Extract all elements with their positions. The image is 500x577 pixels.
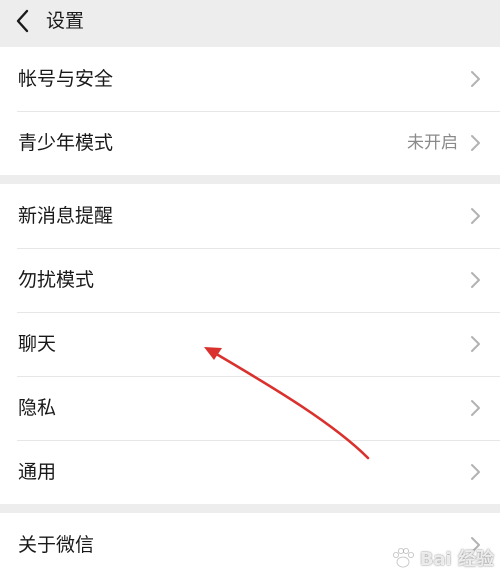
settings-item-value: 未开启 bbox=[407, 133, 458, 153]
settings-group-account: 帐号与安全 青少年模式 未开启 bbox=[0, 47, 500, 175]
paw-icon bbox=[392, 548, 414, 568]
chevron-right-icon bbox=[471, 208, 480, 224]
settings-screen: 设置 帐号与安全 青少年模式 未开启 新消息提醒 勿扰模式 聊天 隐私 通用 关… bbox=[0, 0, 500, 577]
settings-item-chat[interactable]: 聊天 bbox=[0, 312, 500, 376]
chevron-right-icon bbox=[471, 336, 480, 352]
settings-item-label: 关于微信 bbox=[18, 534, 95, 556]
settings-item-label: 隐私 bbox=[18, 397, 57, 419]
chevron-right-icon bbox=[471, 400, 480, 416]
settings-item-label: 帐号与安全 bbox=[18, 68, 114, 90]
nav-bar: 设置 bbox=[0, 0, 500, 46]
settings-item-privacy[interactable]: 隐私 bbox=[0, 376, 500, 440]
chevron-right-icon bbox=[471, 464, 480, 480]
settings-item-label: 青少年模式 bbox=[18, 132, 114, 154]
chevron-right-icon bbox=[471, 135, 480, 151]
chevron-left-icon[interactable] bbox=[10, 6, 38, 36]
settings-group-main: 新消息提醒 勿扰模式 聊天 隐私 通用 bbox=[0, 184, 500, 504]
settings-item-account-security[interactable]: 帐号与安全 bbox=[0, 47, 500, 111]
settings-item-label: 通用 bbox=[18, 461, 57, 483]
settings-item-teen-mode[interactable]: 青少年模式 未开启 bbox=[0, 111, 500, 175]
settings-item-label: 聊天 bbox=[18, 333, 57, 355]
settings-item-general[interactable]: 通用 bbox=[0, 440, 500, 504]
settings-item-notifications[interactable]: 新消息提醒 bbox=[0, 184, 500, 248]
chevron-right-icon bbox=[471, 71, 480, 87]
settings-item-do-not-disturb[interactable]: 勿扰模式 bbox=[0, 248, 500, 312]
settings-item-label: 勿扰模式 bbox=[18, 269, 95, 291]
page-title: 设置 bbox=[46, 10, 85, 32]
settings-item-label: 新消息提醒 bbox=[18, 205, 114, 227]
chevron-right-icon bbox=[471, 272, 480, 288]
watermark-text: Bai 经验 bbox=[419, 549, 494, 570]
watermark-logo: Bai 经验 bbox=[390, 543, 494, 573]
